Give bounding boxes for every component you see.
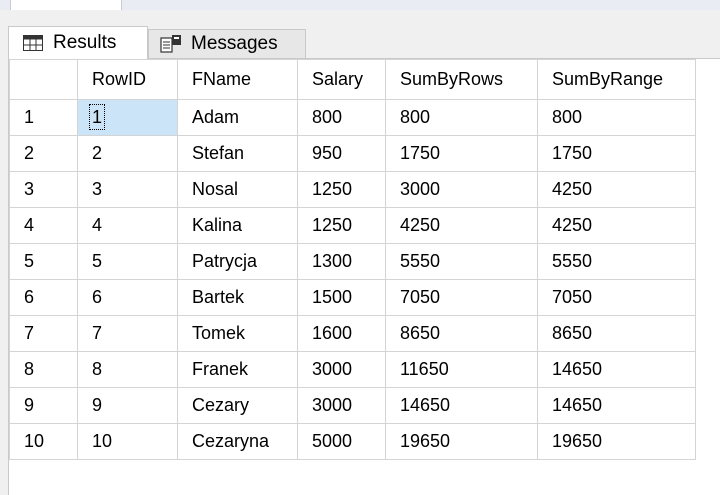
table-cell: 1 [88, 104, 106, 130]
table-cell[interactable]: 1250 [297, 171, 386, 208]
table-cell[interactable]: 8650 [537, 315, 696, 352]
row-number[interactable]: 9 [9, 387, 78, 424]
column-header-rowid[interactable]: RowID [77, 59, 178, 100]
table-cell[interactable]: 4250 [537, 207, 696, 244]
header-row: RowID FName Salary SumByRows SumByRange [9, 59, 696, 100]
table-cell-selected[interactable]: 1 [77, 99, 178, 136]
results-tabs: Results Messages [0, 10, 720, 59]
table-cell[interactable]: 3000 [297, 387, 386, 424]
table-cell[interactable]: 14650 [385, 387, 538, 424]
row-number[interactable]: 6 [9, 279, 78, 316]
table-cell[interactable]: 1750 [537, 135, 696, 172]
table-cell[interactable]: 800 [297, 99, 386, 136]
table-cell[interactable]: 7050 [537, 279, 696, 316]
table-cell[interactable]: Adam [177, 99, 298, 136]
table-cell[interactable]: 5550 [385, 243, 538, 280]
table-cell[interactable]: 1500 [297, 279, 386, 316]
table-cell[interactable]: Nosal [177, 171, 298, 208]
row-number-header[interactable] [9, 59, 78, 100]
table-cell[interactable]: 1750 [385, 135, 538, 172]
results-grid[interactable]: RowID FName Salary SumByRows SumByRange … [8, 58, 720, 495]
table-cell[interactable]: Patrycja [177, 243, 298, 280]
table-cell[interactable]: 3000 [297, 351, 386, 388]
column-header-sumbyrange[interactable]: SumByRange [537, 59, 696, 100]
table-row: 7 7 Tomek 1600 8650 8650 [9, 315, 696, 352]
table-cell[interactable]: 10 [77, 423, 178, 460]
table-cell[interactable]: 3 [77, 171, 178, 208]
table-cell[interactable]: Cezaryna [177, 423, 298, 460]
table-row: 1 1 Adam 800 800 800 [9, 99, 696, 136]
table-cell[interactable]: 19650 [537, 423, 696, 460]
table-row: 3 3 Nosal 1250 3000 4250 [9, 171, 696, 208]
table-cell[interactable]: 14650 [537, 387, 696, 424]
table-cell[interactable]: Kalina [177, 207, 298, 244]
row-number[interactable]: 8 [9, 351, 78, 388]
table-cell[interactable]: 7 [77, 315, 178, 352]
table-row: 2 2 Stefan 950 1750 1750 [9, 135, 696, 172]
table-cell[interactable]: 3000 [385, 171, 538, 208]
table-cell[interactable]: 5 [77, 243, 178, 280]
table-row: 4 4 Kalina 1250 4250 4250 [9, 207, 696, 244]
results-table: RowID FName Salary SumByRows SumByRange … [9, 59, 696, 460]
row-number[interactable]: 5 [9, 243, 78, 280]
table-cell[interactable]: 8 [77, 351, 178, 388]
row-number[interactable]: 10 [9, 423, 78, 460]
table-cell[interactable]: 1250 [297, 207, 386, 244]
table-cell[interactable]: 4 [77, 207, 178, 244]
column-header-fname[interactable]: FName [177, 59, 298, 100]
table-cell[interactable]: 800 [537, 99, 696, 136]
table-cell[interactable]: 7050 [385, 279, 538, 316]
row-number[interactable]: 2 [9, 135, 78, 172]
table-cell[interactable]: 950 [297, 135, 386, 172]
row-number[interactable]: 7 [9, 315, 78, 352]
table-cell[interactable]: 2 [77, 135, 178, 172]
table-row: 6 6 Bartek 1500 7050 7050 [9, 279, 696, 316]
table-cell[interactable]: 19650 [385, 423, 538, 460]
table-cell[interactable]: 4250 [537, 171, 696, 208]
tab-results-label: Results [53, 32, 117, 53]
tab-messages[interactable]: Messages [148, 29, 306, 58]
row-number[interactable]: 3 [9, 171, 78, 208]
table-row: 5 5 Patrycja 1300 5550 5550 [9, 243, 696, 280]
table-cell[interactable]: 800 [385, 99, 538, 136]
table-cell[interactable]: Franek [177, 351, 298, 388]
table-cell[interactable]: Tomek [177, 315, 298, 352]
row-number[interactable]: 1 [9, 99, 78, 136]
table-cell[interactable]: Cezary [177, 387, 298, 424]
table-cell[interactable]: 1300 [297, 243, 386, 280]
table-row: 8 8 Franek 3000 11650 14650 [9, 351, 696, 388]
table-cell[interactable]: Stefan [177, 135, 298, 172]
table-cell[interactable]: 6 [77, 279, 178, 316]
table-row: 9 9 Cezary 3000 14650 14650 [9, 387, 696, 424]
grid-icon [21, 33, 45, 53]
table-cell[interactable]: 5550 [537, 243, 696, 280]
editor-tab[interactable] [10, 0, 122, 10]
row-number[interactable]: 4 [9, 207, 78, 244]
tab-results[interactable]: Results [8, 26, 148, 59]
table-cell[interactable]: 1600 [297, 315, 386, 352]
table-cell[interactable]: 8650 [385, 315, 538, 352]
table-cell[interactable]: 14650 [537, 351, 696, 388]
messages-icon [159, 34, 183, 54]
table-row: 10 10 Cezaryna 5000 19650 19650 [9, 423, 696, 460]
table-cell[interactable]: 5000 [297, 423, 386, 460]
table-cell[interactable]: 11650 [385, 351, 538, 388]
table-cell[interactable]: Bartek [177, 279, 298, 316]
table-cell[interactable]: 4250 [385, 207, 538, 244]
column-header-salary[interactable]: Salary [297, 59, 386, 100]
table-cell[interactable]: 9 [77, 387, 178, 424]
tab-messages-label: Messages [191, 33, 278, 54]
column-header-sumbyrows[interactable]: SumByRows [385, 59, 538, 100]
